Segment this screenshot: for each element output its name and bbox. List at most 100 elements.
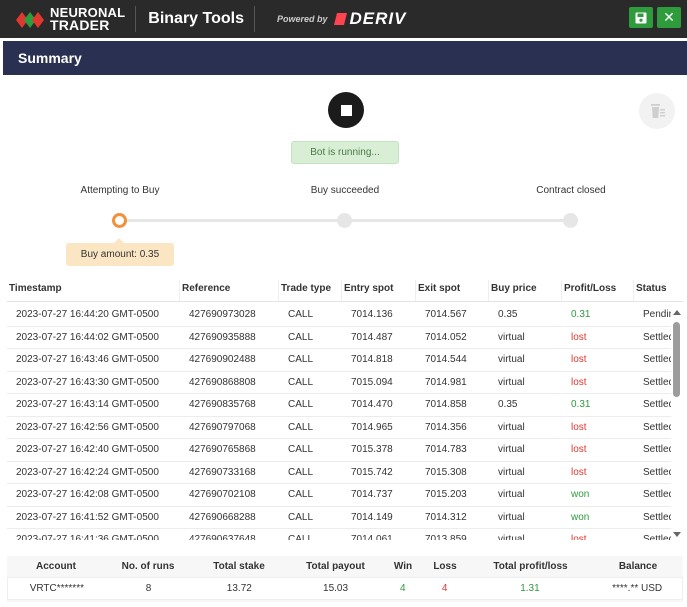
column-header-exit-spot[interactable]: Exit spot — [416, 280, 489, 301]
cell-exit-spot: 7014.858 — [425, 399, 467, 411]
summary-title: Summary — [18, 50, 82, 66]
column-header-timestamp[interactable]: Timestamp — [7, 280, 180, 301]
cell-trade-type: CALL — [288, 309, 314, 321]
cell-profit-loss: lost — [571, 376, 587, 388]
cell-status: Settled — [643, 376, 671, 388]
table-row[interactable]: 2023-07-27 16:41:52 GMT-0500 427690668288… — [7, 507, 671, 529]
save-button[interactable] — [629, 7, 653, 28]
table-row[interactable]: 2023-07-27 16:43:46 GMT-0500 427690902488… — [7, 349, 671, 372]
table-row[interactable]: 2023-07-27 16:41:36 GMT-0500 427690637648… — [7, 529, 671, 540]
cell-buy-price: virtual — [498, 489, 525, 501]
neuronal-trader-logo[interactable]: NEURONAL TRADER — [14, 0, 125, 38]
stop-icon — [340, 104, 352, 116]
cell-profit-loss: won — [571, 489, 590, 501]
column-header-entry-spot[interactable]: Entry spot — [342, 280, 416, 301]
cell-buy-price: virtual — [498, 421, 525, 433]
save-icon — [635, 12, 647, 23]
close-icon: ✕ — [663, 9, 675, 25]
neuronal-trader-logo-icon — [16, 12, 44, 28]
column-header-buy-price[interactable]: Buy price — [489, 280, 562, 301]
cell-timestamp: 2023-07-27 16:42:24 GMT-0500 — [16, 466, 159, 478]
cell-trade-type: CALL — [288, 534, 314, 540]
cell-status: Settled — [643, 466, 671, 478]
cell-status: Settled — [643, 399, 671, 411]
table-row[interactable]: 2023-07-27 16:43:30 GMT-0500 427690868808… — [7, 372, 671, 394]
bot-status-badge: Bot is running... — [291, 141, 399, 164]
table-row[interactable]: 2023-07-27 16:42:56 GMT-0500 427690797068… — [7, 417, 671, 439]
powered-by-label: Powered by — [276, 14, 328, 24]
deriv-label: DERIV — [349, 9, 407, 28]
step-dot-contract-closed — [563, 213, 578, 228]
cell-exit-spot: 7015.203 — [425, 489, 467, 501]
cell-profit-loss: lost — [571, 421, 587, 433]
column-header-reference[interactable]: Reference — [180, 280, 279, 301]
cell-entry-spot: 7014.061 — [351, 534, 393, 540]
cell-timestamp: 2023-07-27 16:44:20 GMT-0500 — [16, 309, 159, 321]
transactions-scrollbar[interactable] — [671, 306, 684, 538]
cell-entry-spot: 7014.487 — [351, 331, 393, 343]
cell-status: Settled — [643, 354, 671, 366]
table-row[interactable]: 2023-07-27 16:44:20 GMT-0500 427690973028… — [7, 304, 671, 327]
stats-header-runs: No. of runs — [121, 561, 175, 572]
cell-reference: 427690702108 — [189, 489, 256, 501]
cell-profit-loss: lost — [571, 331, 587, 343]
cell-timestamp: 2023-07-27 16:41:36 GMT-0500 — [16, 534, 159, 540]
cell-status: Settled — [643, 489, 671, 501]
scrollbar-thumb[interactable] — [673, 322, 680, 397]
cell-trade-type: CALL — [288, 354, 314, 366]
transactions-table-body[interactable]: 2023-07-27 16:44:20 GMT-0500 427690973028… — [7, 304, 671, 540]
cell-status: Pending — [643, 309, 671, 321]
scroll-down-arrow-icon[interactable] — [673, 532, 681, 537]
cell-buy-price: virtual — [498, 354, 525, 366]
stats-header-stake: Total stake — [213, 561, 265, 572]
cell-buy-price: virtual — [498, 534, 525, 540]
scroll-up-arrow-icon[interactable] — [673, 310, 681, 315]
table-row[interactable]: 2023-07-27 16:42:24 GMT-0500 427690733168… — [7, 462, 671, 484]
cell-reference: 427690973028 — [189, 309, 256, 321]
cell-entry-spot: 7014.470 — [351, 399, 393, 411]
cell-timestamp: 2023-07-27 16:43:14 GMT-0500 — [16, 399, 159, 411]
cell-profit-loss: lost — [571, 466, 587, 478]
stats-header-balance: Balance — [618, 561, 658, 572]
cell-timestamp: 2023-07-27 16:44:02 GMT-0500 — [16, 331, 159, 343]
cell-exit-spot: 7014.356 — [425, 421, 467, 433]
stats-payout: 15.03 — [323, 583, 349, 594]
stats-balance: ****.** USD — [612, 583, 663, 594]
stats-account: VRTC******* — [29, 583, 84, 594]
cell-buy-price: virtual — [498, 331, 525, 343]
statistics-values-row: VRTC******* 8 13.72 15.03 4 4 1.31 ****.… — [7, 577, 683, 600]
clear-stats-button[interactable] — [639, 93, 675, 129]
stats-header-loss: Loss — [433, 561, 457, 572]
cell-profit-loss: 0.31 — [571, 399, 591, 411]
stop-bot-button[interactable] — [328, 92, 364, 128]
cell-exit-spot: 7014.052 — [425, 331, 467, 343]
cell-exit-spot: 7015.308 — [425, 466, 467, 478]
stats-win: 4 — [400, 583, 406, 594]
cell-timestamp: 2023-07-27 16:42:40 GMT-0500 — [16, 444, 159, 456]
cell-status: Settled — [643, 331, 671, 343]
cell-trade-type: CALL — [288, 489, 314, 501]
summary-header: Summary — [3, 41, 687, 75]
cell-reference: 427690935888 — [189, 331, 256, 343]
column-header-profit-loss[interactable]: Profit/Loss — [562, 280, 634, 301]
cell-profit-loss: lost — [571, 354, 587, 366]
cell-profit-loss: 0.31 — [571, 309, 591, 321]
column-header-status[interactable]: Status — [634, 280, 681, 301]
close-button[interactable]: ✕ — [657, 7, 681, 28]
cell-buy-price: virtual — [498, 376, 525, 388]
cell-trade-type: CALL — [288, 399, 314, 411]
table-row[interactable]: 2023-07-27 16:42:40 GMT-0500 427690765868… — [7, 439, 671, 462]
table-row[interactable]: 2023-07-27 16:44:02 GMT-0500 427690935888… — [7, 327, 671, 349]
stats-header-account: Account — [36, 561, 76, 572]
cell-timestamp: 2023-07-27 16:42:56 GMT-0500 — [16, 421, 159, 433]
step-label-contract-closed: Contract closed — [536, 185, 606, 196]
statistics-header-row: Account No. of runs Total stake Total pa… — [7, 556, 683, 577]
app-title: Binary Tools — [148, 10, 244, 27]
table-row[interactable]: 2023-07-27 16:42:08 GMT-0500 427690702108… — [7, 484, 671, 507]
cell-timestamp: 2023-07-27 16:43:30 GMT-0500 — [16, 376, 159, 388]
stats-runs: 8 — [145, 583, 152, 594]
column-header-trade-type[interactable]: Trade type — [279, 280, 342, 301]
table-row[interactable]: 2023-07-27 16:43:14 GMT-0500 427690835768… — [7, 394, 671, 417]
cell-status: Settled — [643, 421, 671, 433]
logo-text: NEURONAL TRADER — [50, 6, 125, 32]
